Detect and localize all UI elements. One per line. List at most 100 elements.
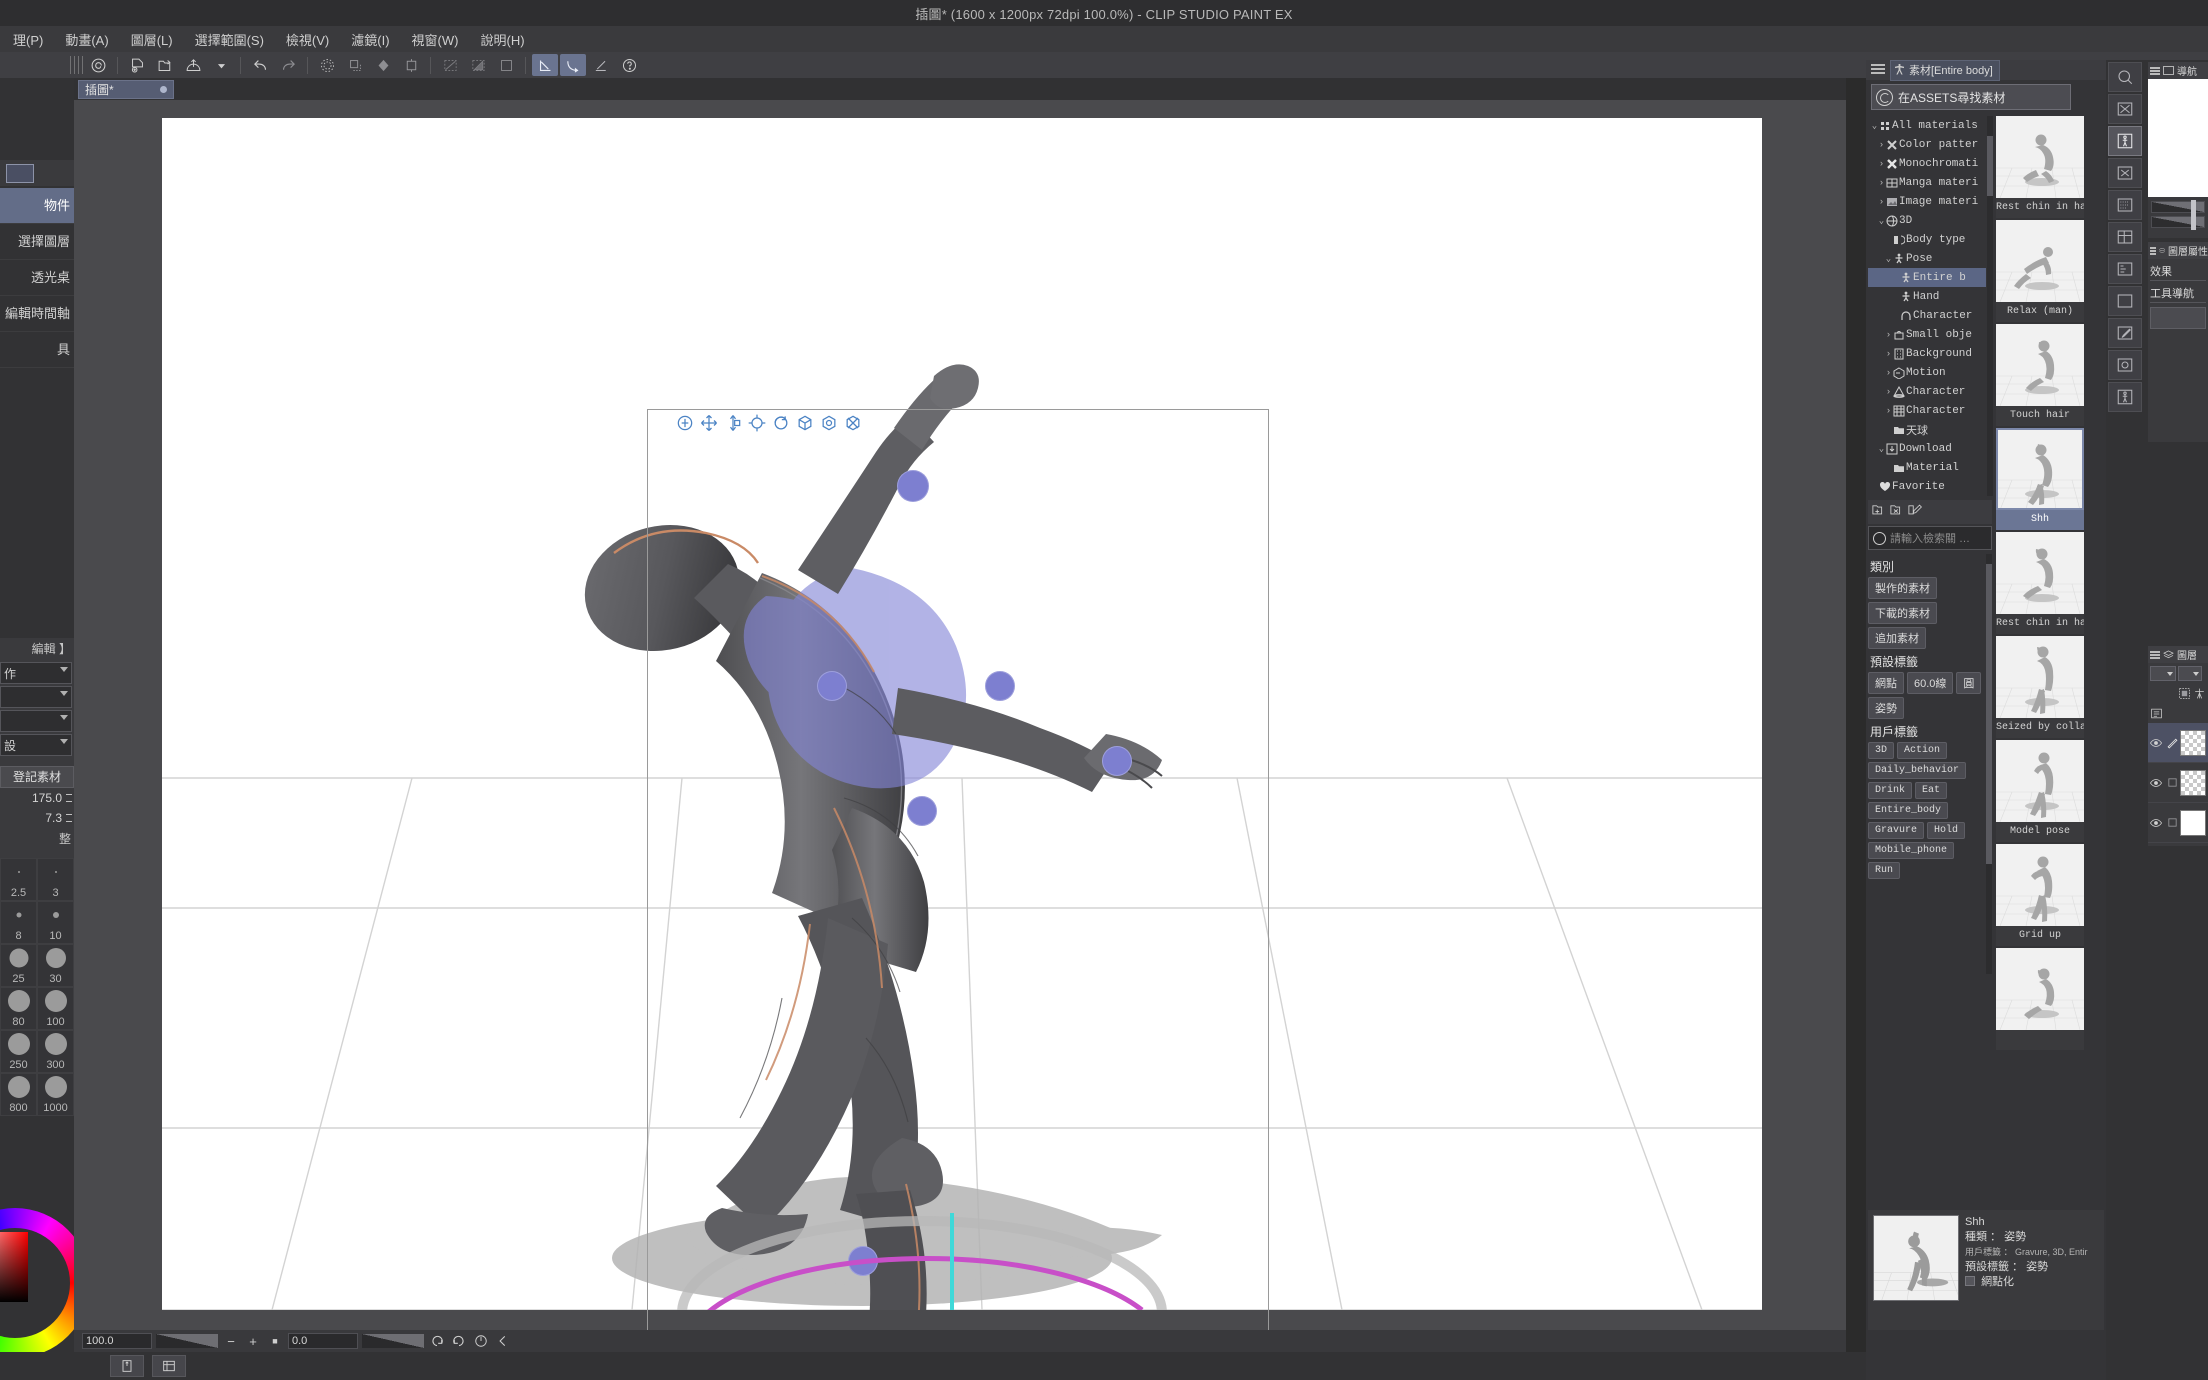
scale-rotate-icon[interactable] [398, 54, 424, 76]
material-image-icon[interactable] [2108, 286, 2142, 316]
tag-chip[interactable]: 3D [1868, 742, 1895, 759]
layer-thumbnail[interactable] [2180, 769, 2206, 796]
checkbox-icon[interactable] [1965, 1276, 1975, 1286]
material-tree-node-17[interactable]: ⌄ Download [1868, 439, 1986, 458]
3d-object-selection-frame[interactable] [647, 409, 1269, 1338]
brush-size-cell-4[interactable]: 25 [0, 944, 37, 987]
zoom-value-field[interactable]: 100.0 [82, 1333, 152, 1349]
material-thumbnail-1[interactable]: Relax (man) [1996, 220, 2084, 322]
material-manga-icon[interactable] [2108, 222, 2142, 252]
navigator-rotate-slider[interactable] [2151, 215, 2205, 230]
menu-item-7[interactable]: 說明(H) [469, 27, 535, 52]
invert-select-icon[interactable] [465, 54, 491, 76]
chevron-down-icon[interactable]: ⌄ [1870, 121, 1879, 131]
material-edit-icon[interactable] [2108, 318, 2142, 348]
angle-field[interactable]: 175.0 [0, 788, 74, 808]
layer-edit-indicator[interactable] [2164, 817, 2180, 828]
navigator-thumbnail[interactable] [2148, 79, 2208, 197]
panel-menu-icon[interactable] [2150, 650, 2160, 659]
new-file-icon[interactable] [124, 54, 150, 76]
select-none-icon[interactable] [437, 54, 463, 76]
material-tree-scrollbar[interactable] [1987, 116, 1993, 496]
chevron-right-icon[interactable]: › [1884, 368, 1893, 378]
canvas-tab[interactable]: 插圖* [78, 80, 174, 99]
layer-paper[interactable] [2148, 803, 2208, 843]
material-tree-node-8[interactable]: Entire b [1868, 268, 1986, 287]
material-tree-node-18[interactable]: Material [1868, 458, 1986, 477]
material-pose-icon[interactable] [2108, 126, 2142, 156]
save-dropdown-icon[interactable] [208, 54, 234, 76]
clipstudio-icon[interactable] [85, 54, 111, 76]
register-material-button[interactable]: 登記素材 [0, 766, 74, 788]
material-tree-node-2[interactable]: › Monochromati [1868, 154, 1986, 173]
material-tree-node-13[interactable]: › Motion [1868, 363, 1986, 382]
material-tree-node-4[interactable]: › Image materi [1868, 192, 1986, 211]
delete-material-icon[interactable] [1889, 502, 1904, 522]
menu-item-6[interactable]: 視窗(W) [401, 27, 470, 52]
brush-size-cell-9[interactable]: 300 [37, 1030, 74, 1073]
layer-ruler-icon[interactable] [2193, 687, 2206, 700]
tag-chip[interactable]: 下載的素材 [1868, 602, 1937, 624]
material-tree-node-9[interactable]: Hand [1868, 287, 1986, 306]
brush-size-cell-0[interactable]: 2.5 [0, 858, 37, 901]
chevron-right-icon[interactable]: › [1877, 159, 1886, 169]
brush-size-cell-8[interactable]: 250 [0, 1030, 37, 1073]
material-tree-node-19[interactable]: Favorite [1868, 477, 1986, 496]
layer-raster-2[interactable] [2148, 763, 2208, 803]
material-thumbnail-7[interactable]: Grid up [1996, 844, 2084, 946]
material-tree-node-15[interactable]: › Character [1868, 401, 1986, 420]
menu-item-1[interactable]: 動畫(A) [54, 27, 119, 52]
tool-color-swatch[interactable] [6, 164, 34, 183]
material-tree-node-12[interactable]: › Background [1868, 344, 1986, 363]
tag-chip[interactable]: 製作的素材 [1868, 577, 1937, 599]
panel-menu-icon[interactable] [1871, 64, 1885, 76]
save-icon[interactable] [180, 54, 206, 76]
material-tree-node-10[interactable]: Character [1868, 306, 1986, 325]
material-tree-node-11[interactable]: › Small obje [1868, 325, 1986, 344]
subview-icon[interactable] [2108, 94, 2142, 124]
chevron-right-icon[interactable]: › [1884, 349, 1893, 359]
snap-ruler-icon[interactable] [532, 54, 558, 76]
blend-mode-dropdown[interactable] [2150, 665, 2176, 681]
material-tree-node-16[interactable]: 天球 [1868, 420, 1986, 439]
rotate-free-icon[interactable] [746, 412, 767, 433]
chevron-down-icon[interactable]: ⌄ [1877, 216, 1886, 226]
layer-visibility-icon[interactable] [2148, 818, 2164, 828]
tool-item-4[interactable]: 具 [0, 332, 74, 368]
layer-thumbnail[interactable] [2180, 729, 2206, 756]
tag-chip[interactable]: Eat [1915, 782, 1948, 799]
tag-chip[interactable]: Gravure [1868, 822, 1925, 839]
page-manage-icon[interactable] [152, 1355, 186, 1377]
material-tree-node-1[interactable]: › Color patter [1868, 135, 1986, 154]
tag-pane-scrollbar[interactable] [1986, 554, 1992, 974]
rotate-axis-icon[interactable] [770, 412, 791, 433]
material-thumbnail-4[interactable]: Rest chin in hand [1996, 532, 2084, 634]
reset-pose-icon[interactable] [842, 412, 863, 433]
zoom-slider[interactable] [156, 1334, 218, 1348]
scale-field[interactable]: 7.3 [0, 808, 74, 828]
quick-access-icon[interactable] [110, 1355, 144, 1377]
layer-edit-indicator[interactable] [2164, 777, 2180, 788]
tag-chip[interactable]: Drink [1868, 782, 1913, 799]
tool-item-0[interactable]: 物件 [0, 188, 74, 224]
tag-chip[interactable]: 網點 [1868, 672, 1904, 694]
zoom-reset-icon[interactable]: ■ [266, 1333, 284, 1349]
material-tree-node-0[interactable]: ⌄ All materials [1868, 116, 1986, 135]
layer-mask-icon[interactable] [2178, 687, 2191, 700]
menu-item-5[interactable]: 濾鏡(I) [340, 27, 400, 52]
tool-property-dropdown-0[interactable]: 作 [0, 662, 72, 684]
tag-chip[interactable]: Hold [1927, 822, 1966, 839]
layer-edit-indicator[interactable] [2164, 736, 2180, 749]
tag-chip[interactable]: Action [1897, 742, 1948, 759]
material-thumbnail-0[interactable]: Rest chin in hand ( [1996, 116, 2084, 218]
redo-icon[interactable] [275, 54, 301, 76]
tool-property-dropdown-3[interactable]: 設 [0, 734, 72, 756]
new-material-folder-icon[interactable] [1871, 502, 1886, 522]
tool-item-2[interactable]: 透光桌 [0, 260, 74, 296]
tool-property-dropdown-2[interactable] [0, 710, 72, 732]
chevron-right-icon[interactable]: › [1877, 140, 1886, 150]
brush-size-cell-7[interactable]: 100 [37, 987, 74, 1030]
help-icon[interactable] [616, 54, 642, 76]
brush-size-cell-10[interactable]: 800 [0, 1073, 37, 1116]
rotate-left-icon[interactable] [428, 1333, 446, 1349]
